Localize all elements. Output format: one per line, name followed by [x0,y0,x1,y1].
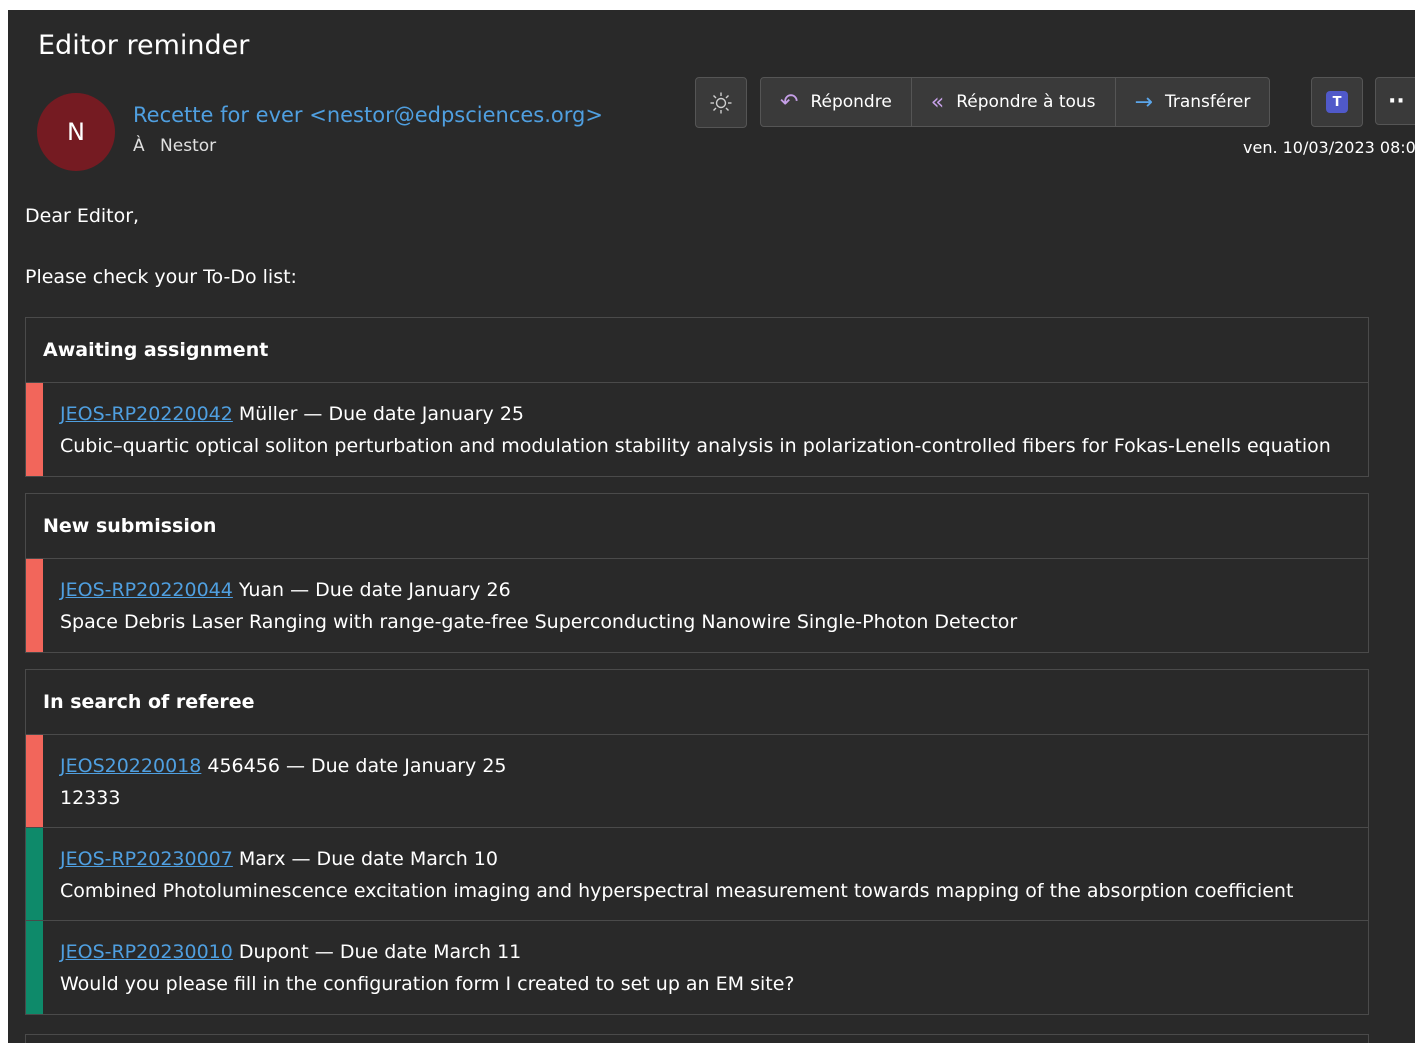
reply-all-button[interactable]: « Répondre à tous [912,78,1116,126]
recipient-row: À Nestor [133,136,226,156]
forward-label: Transférer [1164,92,1251,112]
list-item: JEOS-RP20220042 Müller — Due date Januar… [26,383,1368,476]
reading-pane: Editor reminder N Recette for ever <nest… [8,10,1415,1043]
teams-button[interactable]: T [1311,77,1363,127]
to-prefix: À [133,136,145,156]
item-meta: Dupont — Due date March 11 [232,941,522,963]
list-item: JEOS-RP20230007 Marx — Due date March 10… [26,828,1368,921]
section-in-search-of-referee: In search of referee JEOS20220018 456456… [25,669,1369,1015]
intro-text: Please check your To-Do list: [25,266,297,288]
list-item: JEOS-RP20220044 Yuan — Due date January … [26,559,1368,652]
greeting: Dear Editor, [25,205,140,227]
sender-avatar[interactable]: N [37,93,115,171]
recipient-name[interactable]: Nestor [160,136,216,156]
theme-toggle-button[interactable] [695,77,747,128]
more-actions-button[interactable]: ·· [1375,77,1415,125]
message-date: ven. 10/03/2023 08:0 [1243,138,1415,157]
manuscript-link[interactable]: JEOS-RP20230010 [60,941,233,963]
list-item: JEOS-RP20230010 Dupont — Due date March … [26,921,1368,1014]
status-bar [26,383,43,476]
status-bar [26,735,43,827]
message-actions: ↶ Répondre « Répondre à tous → Transfére… [760,77,1271,127]
item-description: Would you please fill in the configurati… [60,973,795,995]
message-subject: Editor reminder [38,30,250,61]
sun-icon [710,92,732,113]
item-description: Space Debris Laser Ranging with range-ga… [60,611,1018,633]
manuscript-link[interactable]: JEOS-RP20220042 [60,403,233,425]
manuscript-link[interactable]: JEOS-RP20230007 [60,848,233,870]
reply-button[interactable]: ↶ Répondre [761,78,912,126]
item-description: Cubic–quartic optical soliton perturbati… [60,435,1331,457]
manuscript-link[interactable]: JEOS20220018 [60,755,201,777]
reply-all-label: Répondre à tous [956,92,1096,112]
sender-address[interactable]: Recette for ever <nestor@edpsciences.org… [133,103,603,127]
status-bar [26,921,43,1014]
section-title: In search of referee [26,670,1368,735]
item-meta: Marx — Due date March 10 [232,848,498,870]
status-bar [26,828,43,920]
status-bar [26,559,43,652]
forward-icon: → [1134,89,1153,115]
manuscript-link[interactable]: JEOS-RP20220044 [60,579,233,601]
item-description: Combined Photoluminescence excitation im… [60,880,1294,902]
item-meta: Yuan — Due date January 26 [232,579,511,601]
item-description: 12333 [60,787,121,809]
teams-icon: T [1326,91,1348,113]
reply-label: Répondre [810,92,892,112]
reply-all-icon: « [930,89,945,115]
item-meta: Müller — Due date January 25 [232,403,525,425]
forward-button[interactable]: → Transférer [1116,78,1270,126]
reply-icon: ↶ [780,89,799,115]
section-title: Awaiting assignment [26,318,1368,383]
section-awaiting-assignment: Awaiting assignment JEOS-RP20220042 Müll… [25,317,1369,477]
list-item: JEOS20220018 456456 — Due date January 2… [26,735,1368,828]
section-new-submission: New submission JEOS-RP20220044 Yuan — Du… [25,493,1369,653]
item-meta: 456456 — Due date January 25 [201,755,507,777]
next-section-edge [25,1034,1369,1043]
section-title: New submission [26,494,1368,559]
